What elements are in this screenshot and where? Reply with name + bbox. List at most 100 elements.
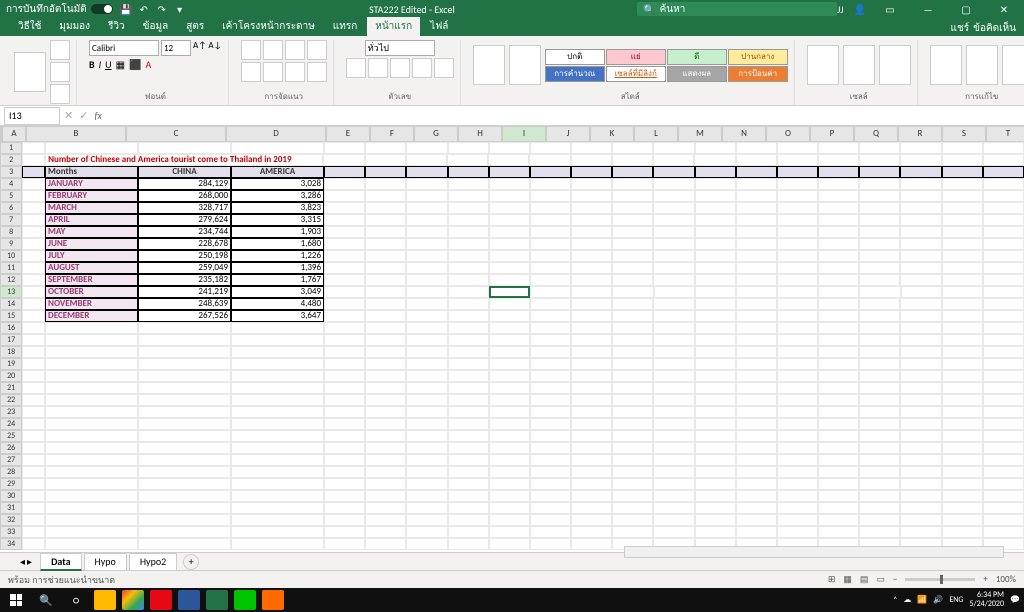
cell[interactable]: [571, 394, 612, 406]
cell[interactable]: [942, 418, 983, 430]
close-button[interactable]: ✕: [990, 3, 1018, 16]
cell[interactable]: [900, 166, 941, 178]
cell[interactable]: [900, 238, 941, 250]
cell[interactable]: [489, 514, 530, 526]
ribbon-tab[interactable]: รีวิว: [100, 17, 133, 36]
cell[interactable]: [571, 250, 612, 262]
format-cells-button[interactable]: [879, 45, 911, 85]
cell[interactable]: [777, 490, 818, 502]
cell[interactable]: [653, 514, 694, 526]
cell[interactable]: [612, 202, 653, 214]
cell[interactable]: [859, 238, 900, 250]
cell[interactable]: [695, 490, 736, 502]
row-header[interactable]: 9: [0, 238, 22, 250]
chrome-icon[interactable]: [122, 590, 144, 610]
cell[interactable]: [571, 154, 612, 166]
delete-cells-button[interactable]: [843, 45, 875, 85]
cell[interactable]: [736, 454, 777, 466]
cell[interactable]: [530, 334, 571, 346]
cell[interactable]: [818, 442, 859, 454]
cell[interactable]: 235,182: [138, 274, 231, 286]
cell[interactable]: [777, 190, 818, 202]
cell[interactable]: [138, 490, 231, 502]
cell[interactable]: [365, 442, 406, 454]
cell[interactable]: [231, 514, 324, 526]
style-link[interactable]: เซลล์ที่มีลิงก์: [606, 66, 666, 82]
bold-button[interactable]: B: [89, 58, 95, 71]
italic-button[interactable]: I: [99, 58, 102, 71]
sheet-tab[interactable]: Hypo2: [129, 553, 177, 571]
cell[interactable]: [45, 358, 138, 370]
cell[interactable]: [818, 250, 859, 262]
cell[interactable]: [489, 526, 530, 538]
cell[interactable]: [612, 502, 653, 514]
orientation-button[interactable]: [307, 40, 327, 60]
cell[interactable]: [612, 466, 653, 478]
cell[interactable]: [324, 454, 365, 466]
cell[interactable]: [736, 202, 777, 214]
cell[interactable]: [983, 166, 1024, 178]
cell[interactable]: [653, 442, 694, 454]
cell[interactable]: [138, 382, 231, 394]
cell[interactable]: [653, 406, 694, 418]
column-header[interactable]: O: [766, 126, 810, 142]
cell[interactable]: [448, 538, 489, 550]
row-header[interactable]: 33: [0, 526, 22, 538]
cell[interactable]: [365, 298, 406, 310]
cell[interactable]: [736, 190, 777, 202]
cell[interactable]: 3,028: [231, 178, 324, 190]
cell[interactable]: [859, 250, 900, 262]
cell[interactable]: [695, 478, 736, 490]
cell[interactable]: [736, 514, 777, 526]
cell[interactable]: [324, 490, 365, 502]
cell[interactable]: [529, 154, 570, 166]
cell[interactable]: [324, 334, 365, 346]
cell[interactable]: [530, 262, 571, 274]
cell[interactable]: [138, 502, 231, 514]
cell[interactable]: [324, 346, 365, 358]
cell[interactable]: [612, 274, 653, 286]
cell[interactable]: [138, 526, 231, 538]
cell[interactable]: [942, 466, 983, 478]
cell[interactable]: [695, 322, 736, 334]
cell[interactable]: [447, 154, 488, 166]
cell[interactable]: [777, 526, 818, 538]
tray-wifi-icon[interactable]: 📶: [917, 595, 927, 605]
cell[interactable]: [653, 454, 694, 466]
cell[interactable]: [448, 274, 489, 286]
cell[interactable]: [983, 358, 1024, 370]
cell[interactable]: [777, 286, 818, 298]
cell[interactable]: [777, 466, 818, 478]
cell[interactable]: [695, 214, 736, 226]
cell[interactable]: 3,049: [231, 286, 324, 298]
cell[interactable]: [45, 346, 138, 358]
cell[interactable]: [448, 166, 489, 178]
cell[interactable]: [612, 358, 653, 370]
cell[interactable]: [942, 334, 983, 346]
cell[interactable]: [22, 382, 45, 394]
cell[interactable]: [406, 490, 447, 502]
cell[interactable]: [859, 430, 900, 442]
cell[interactable]: 1,903: [231, 226, 324, 238]
row-header[interactable]: 24: [0, 418, 22, 430]
cell[interactable]: [530, 358, 571, 370]
cell[interactable]: [22, 286, 45, 298]
cell[interactable]: [736, 358, 777, 370]
row-header[interactable]: 15: [0, 310, 22, 322]
cell[interactable]: [695, 178, 736, 190]
cell[interactable]: [818, 394, 859, 406]
cell[interactable]: [324, 478, 365, 490]
line-icon[interactable]: [234, 590, 256, 610]
zoom-slider[interactable]: [905, 578, 975, 581]
cell[interactable]: [859, 214, 900, 226]
row-header[interactable]: 5: [0, 190, 22, 202]
cell[interactable]: [695, 310, 736, 322]
cell[interactable]: [777, 370, 818, 382]
cell[interactable]: [942, 154, 983, 166]
cell[interactable]: [22, 298, 45, 310]
cell[interactable]: [736, 142, 777, 154]
cell[interactable]: [323, 154, 364, 166]
cell[interactable]: [448, 478, 489, 490]
cell[interactable]: [818, 286, 859, 298]
cell[interactable]: [530, 514, 571, 526]
